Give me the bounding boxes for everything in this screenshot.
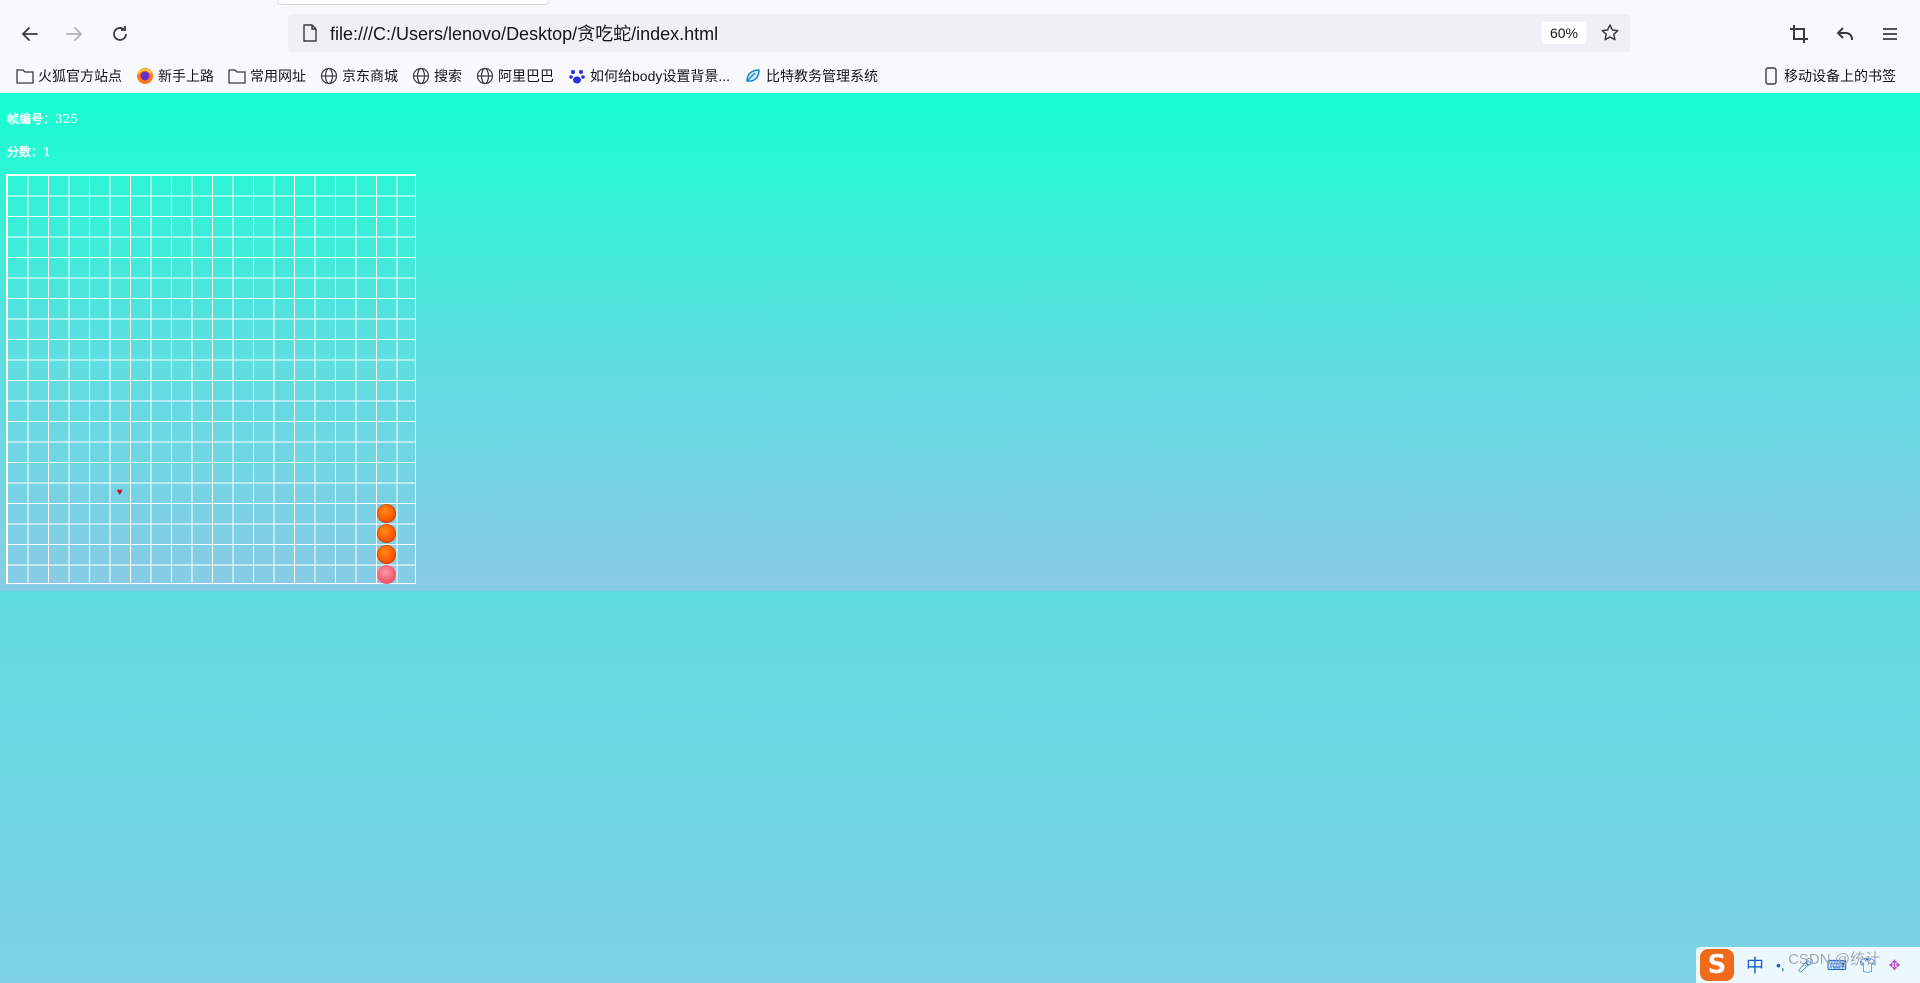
forward-arrow-icon [66,27,83,41]
bookmark-item[interactable]: 比特教务管理系统 [740,62,882,90]
snake-body-ball [376,524,396,544]
frame-counter: 帧编号：325 [7,110,78,127]
bookmark-label: 比特教务管理系统 [766,68,879,84]
menu-button[interactable] [1874,18,1906,50]
ime-language-toggle[interactable]: 中 [1746,952,1764,978]
food-heart: ♥ [110,483,131,504]
hamburger-menu-icon [1883,28,1897,40]
star-icon [1601,24,1619,41]
back-button[interactable] [14,18,46,50]
page-icon [302,24,318,42]
bookmark-label: 新手上路 [158,68,214,84]
watermark: CSDN @统计 [1788,951,1880,968]
snake-segment [376,503,397,524]
bookmark-label: 如何给body设置背景... [590,68,731,84]
folder-icon [16,67,34,85]
score-label: 分数： [7,145,44,159]
globe-icon [320,67,338,85]
frame-value: 325 [55,112,78,126]
active-tab-edge [277,0,549,5]
snake-body-ball [376,544,396,564]
heart-icon: ♥ [116,486,123,498]
bookmark-label: 搜索 [434,68,462,84]
folder-icon [228,67,246,85]
baidu-paw-icon [568,67,586,85]
snake-head [376,565,397,586]
toolbox-icon[interactable]: ✥ [1889,957,1901,974]
undo-button[interactable] [1829,18,1861,50]
bookmark-label: 阿里巴巴 [498,68,554,84]
snake-body-ball [376,503,396,523]
score-value: 1 [43,145,51,159]
bookmark-item[interactable]: 常用网址 [224,62,310,90]
url-text[interactable]: file:///C:/Users/lenovo/Desktop/贪吃蛇/inde… [330,20,718,46]
snake-head-ball [376,565,396,585]
bookmark-label: 京东商城 [342,68,398,84]
reload-button[interactable] [104,18,136,50]
forward-button[interactable] [58,18,90,50]
bookmark-item[interactable]: 搜索 [408,62,466,90]
reload-icon [113,26,127,41]
bookmark-item[interactable]: 阿里巴巴 [472,62,558,90]
url-bar[interactable]: file:///C:/Users/lenovo/Desktop/贪吃蛇/inde… [288,14,1630,52]
firefox-icon [136,67,154,85]
crop-icon [1790,25,1808,43]
score-display: 分数：1 [7,143,51,160]
bookmarks-toolbar: 火狐官方站点 新手上路 常用网址 京东商城 搜索 阿里巴巴 如何给body设置背… [0,60,1920,92]
sogou-logo[interactable]: S [1700,949,1734,981]
bookmark-label: 火狐官方站点 [38,68,122,84]
screenshot-button[interactable] [1783,18,1815,50]
bookmark-item[interactable]: 火狐官方站点 [12,62,126,90]
globe-icon [476,67,494,85]
back-arrow-icon [21,27,38,41]
frame-label: 帧编号： [7,112,56,126]
mobile-bookmarks-folder[interactable]: 移动设备上的书签 [1758,62,1900,90]
snake-segment [376,544,397,565]
leaf-icon [744,67,762,85]
snake-segment [376,524,397,545]
navigation-toolbar: file:///C:/Users/lenovo/Desktop/贪吃蛇/inde… [0,8,1920,58]
bookmark-item[interactable]: 如何给body设置背景... [564,62,734,90]
bookmark-star-button[interactable] [1596,19,1624,47]
mobile-bookmarks-label: 移动设备上的书签 [1784,68,1896,84]
punctuation-icon[interactable]: •, [1776,957,1785,973]
bookmark-item[interactable]: 京东商城 [316,62,402,90]
page-viewport: 帧编号：325 分数：1 ♥ S 中 •, 🎤︎ ⌨ 👕︎ ✥ CSDN @统计 [0,93,1920,983]
game-container: 帧编号：325 分数：1 ♥ [0,93,1920,591]
mobile-device-icon [1762,67,1780,85]
bookmark-item[interactable]: 新手上路 [132,62,218,90]
zoom-level-badge[interactable]: 60% [1541,22,1586,44]
undo-icon [1836,27,1853,40]
game-board[interactable]: ♥ [6,174,416,586]
globe-icon [412,67,430,85]
bookmark-label: 常用网址 [250,68,306,84]
